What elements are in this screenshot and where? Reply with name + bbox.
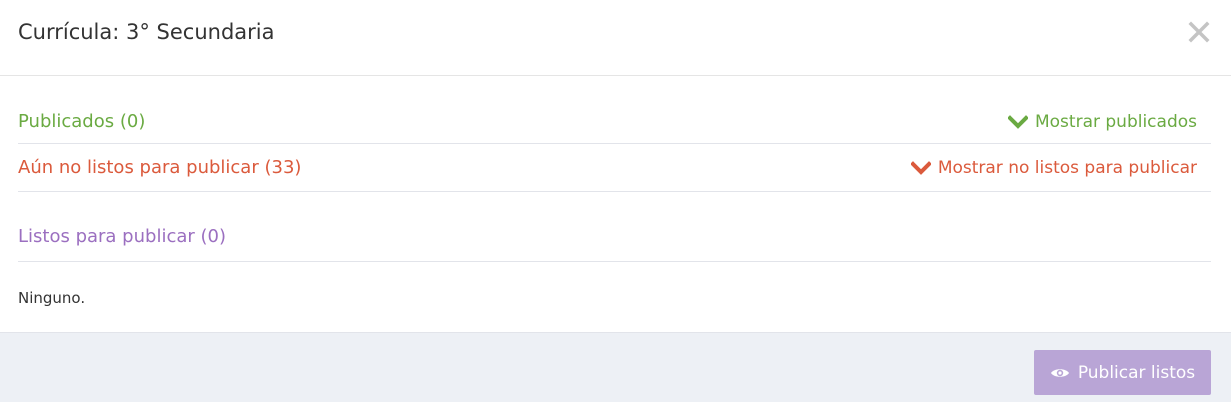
- close-button[interactable]: [1187, 20, 1211, 44]
- publish-ready-label: Publicar listos: [1077, 362, 1196, 383]
- published-section: Publicados (0) Mostrar publicados: [18, 76, 1211, 144]
- ready-empty-text: Ninguno.: [18, 289, 86, 307]
- modal-footer: Publicar listos: [0, 332, 1231, 402]
- show-published-label: Mostrar publicados: [1034, 112, 1197, 132]
- ready-section: Listos para publicar (0): [18, 192, 1211, 262]
- close-icon: [1188, 21, 1210, 43]
- modal-header: Currícula: 3° Secundaria: [0, 0, 1231, 76]
- curricula-modal: Currícula: 3° Secundaria Publicados (0) …: [0, 0, 1231, 402]
- not-ready-section: Aún no listos para publicar (33) Mostrar…: [18, 144, 1211, 192]
- chevron-down-icon: [1007, 115, 1028, 129]
- ready-heading: Listos para publicar (0): [18, 226, 226, 247]
- show-published-toggle[interactable]: Mostrar publicados: [1007, 110, 1197, 134]
- modal-body: Publicados (0) Mostrar publicados Aún no…: [0, 76, 1231, 262]
- not-ready-heading: Aún no listos para publicar (33): [18, 157, 302, 178]
- published-heading: Publicados (0): [18, 111, 146, 132]
- publish-ready-button[interactable]: Publicar listos: [1034, 350, 1211, 395]
- eye-icon: [1050, 368, 1069, 377]
- show-not-ready-toggle[interactable]: Mostrar no listos para publicar: [910, 156, 1197, 180]
- modal-title: Currícula: 3° Secundaria: [18, 20, 275, 44]
- show-not-ready-label: Mostrar no listos para publicar: [937, 158, 1197, 178]
- chevron-down-icon: [910, 161, 931, 175]
